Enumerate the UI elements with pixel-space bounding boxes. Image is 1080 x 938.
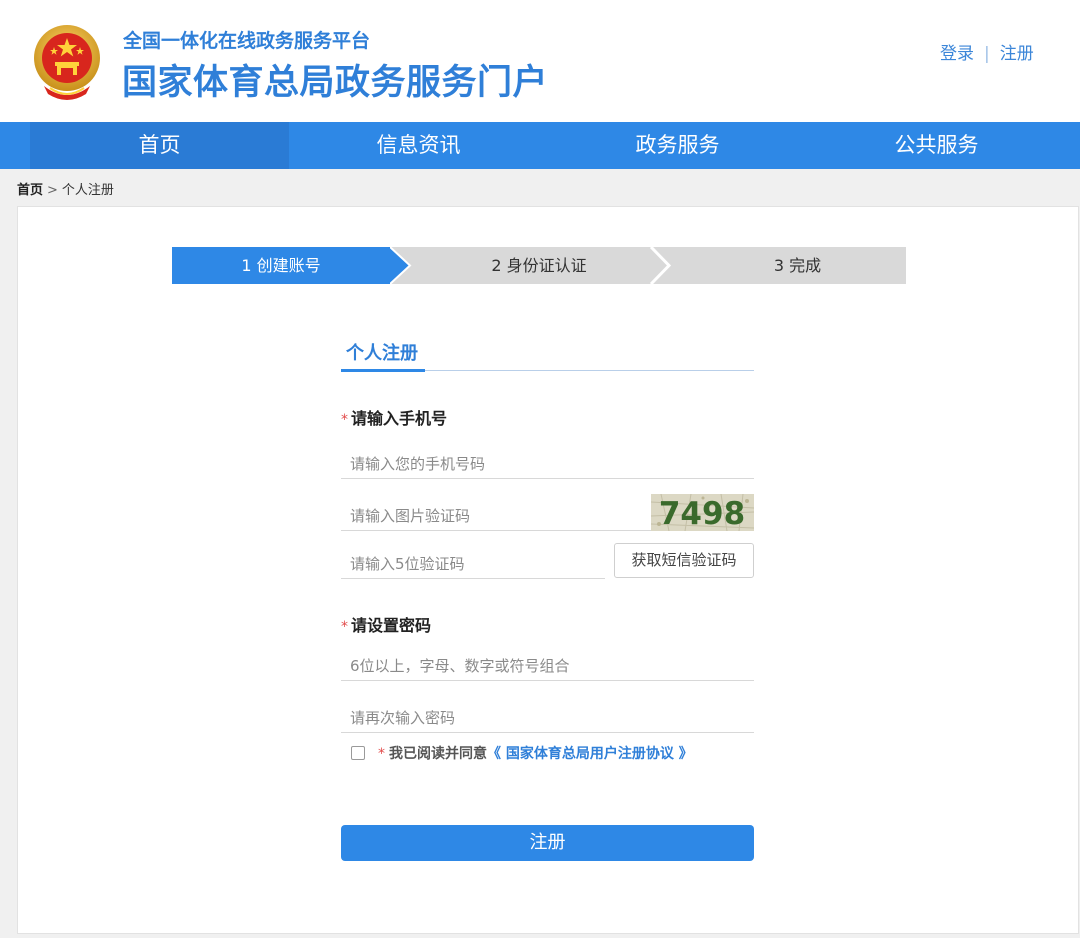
- national-emblem-icon: [34, 25, 100, 100]
- breadcrumb: 首页 > 个人注册: [17, 179, 114, 198]
- phone-label: * 请输入手机号: [341, 405, 447, 429]
- password-confirm-input[interactable]: [341, 703, 754, 733]
- breadcrumb-home[interactable]: 首页: [17, 183, 43, 198]
- required-mark: *: [341, 619, 348, 635]
- captcha-image[interactable]: 7498: [651, 494, 754, 531]
- nav-item-home[interactable]: 首页: [30, 122, 289, 169]
- tab-active-indicator: [341, 369, 425, 372]
- tab-personal-register[interactable]: 个人注册: [346, 339, 418, 365]
- site-header: 全国一体化在线政务服务平台 国家体育总局政务服务门户 登录 | 注册: [0, 0, 1080, 122]
- portal-title: 国家体育总局政务服务门户: [122, 63, 549, 103]
- password-label: * 请设置密码: [341, 612, 431, 636]
- step-create-account: 1 创建账号: [172, 247, 390, 284]
- step-arrow-icon: [390, 247, 430, 284]
- step-arrow-icon: [648, 247, 689, 284]
- platform-subtitle: 全国一体化在线政务服务平台: [123, 30, 371, 52]
- get-sms-code-button[interactable]: 获取短信验证码: [614, 543, 754, 578]
- register-link[interactable]: 注册: [1000, 44, 1034, 64]
- phone-input[interactable]: [341, 449, 754, 479]
- sms-code-input[interactable]: [341, 549, 605, 579]
- breadcrumb-current: 个人注册: [61, 183, 114, 198]
- agreement-link[interactable]: 《 国家体育总局用户注册协议 》: [487, 746, 693, 762]
- breadcrumb-separator: >: [47, 183, 58, 198]
- nav-item-public-services[interactable]: 公共服务: [807, 122, 1066, 169]
- page: 全国一体化在线政务服务平台 国家体育总局政务服务门户 登录 | 注册 首页 信息资讯…: [0, 0, 1080, 938]
- agreement-row: * 我已阅读并同意《 国家体育总局用户注册协议 》: [351, 743, 693, 763]
- register-submit-button[interactable]: 注册: [341, 825, 754, 861]
- login-link[interactable]: 登录: [940, 44, 974, 64]
- auth-links: 登录 | 注册: [940, 39, 1034, 64]
- main-nav: 首页 信息资讯 政务服务 公共服务: [0, 122, 1080, 169]
- agreement-checkbox[interactable]: [351, 746, 365, 760]
- password-label-text: 请设置密码: [351, 616, 432, 635]
- agreement-text: 我已阅读并同意: [389, 746, 487, 762]
- nav-item-news[interactable]: 信息资讯: [289, 122, 548, 169]
- phone-label-text: 请输入手机号: [351, 409, 448, 428]
- step-complete: 3 完成: [689, 247, 906, 284]
- auth-separator: |: [984, 44, 990, 64]
- required-mark: *: [378, 746, 385, 762]
- step-id-verification: 2 身份证认证: [430, 247, 648, 284]
- captcha-text: 7498: [659, 496, 745, 531]
- registration-steps: 1 创建账号 2 身份证认证 3 完成: [172, 247, 906, 284]
- nav-item-gov-services[interactable]: 政务服务: [548, 122, 807, 169]
- password-input[interactable]: [341, 651, 754, 681]
- required-mark: *: [341, 412, 348, 428]
